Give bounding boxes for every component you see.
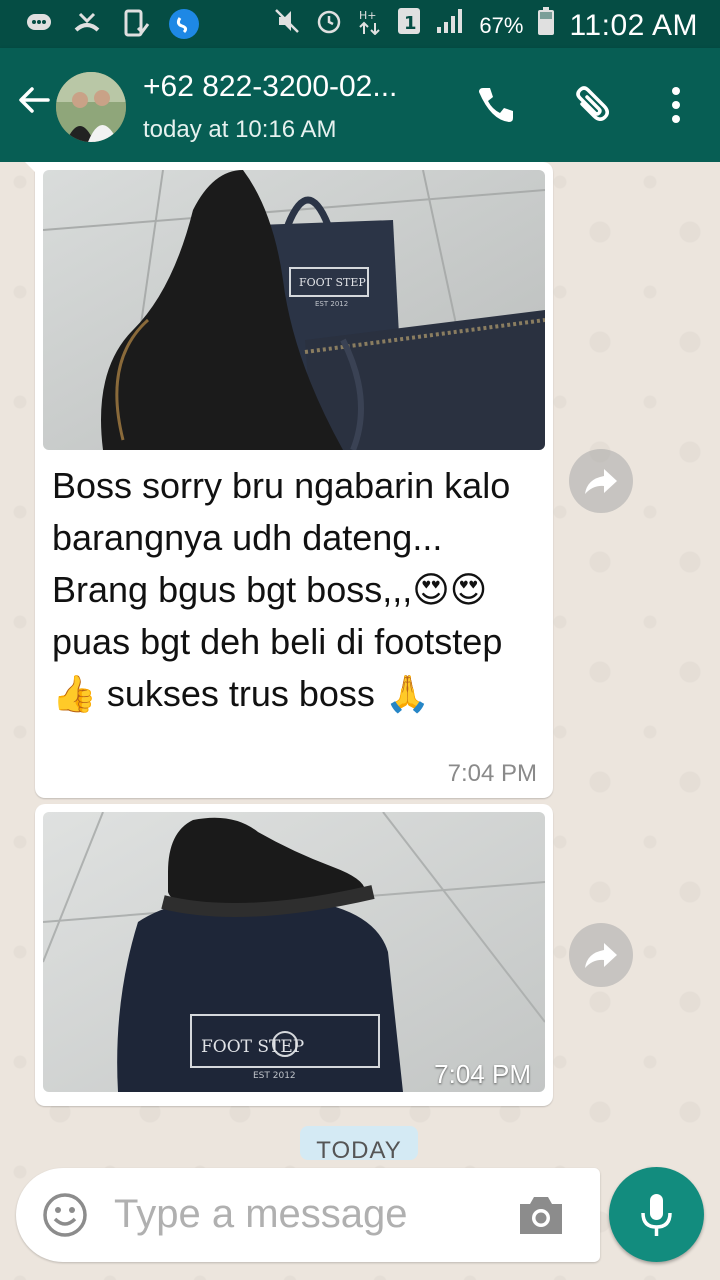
message-time: 7:04 PM [447, 760, 537, 787]
message-composer[interactable]: Type a message [16, 1168, 600, 1262]
svg-text:H+: H+ [359, 9, 377, 22]
svg-text:1: 1 [404, 13, 417, 34]
shazam-icon [168, 8, 199, 39]
data-arrows-icon: H+ [357, 7, 383, 45]
bag-logo-text: FOOT STEP [201, 1037, 304, 1057]
message-photo[interactable]: FOOT STEP EST 2012 [43, 812, 545, 1092]
more-vert-icon[interactable] [653, 82, 699, 128]
bag-logo-subtext: EST 2012 [315, 300, 348, 308]
mic-button[interactable] [609, 1167, 704, 1262]
message-time: 7:04 PM [434, 1059, 531, 1089]
forward-button[interactable] [569, 449, 633, 513]
heart-eyes-emoji: 😍😍 [412, 569, 488, 610]
arrow-back-icon[interactable] [14, 80, 54, 120]
contact-name[interactable]: +62 822-3200-02... [143, 70, 397, 104]
forward-button[interactable] [569, 923, 633, 987]
last-seen: today at 10:16 AM [143, 116, 337, 143]
folded-hands-emoji: 🙏 [384, 673, 430, 714]
message-text-part: puas bgt deh beli di footstep [52, 621, 503, 662]
chat-area[interactable]: FOOT STEP EST 2012 Boss sorry bru ngabar… [0, 162, 720, 1280]
paperclip-icon[interactable] [568, 82, 614, 128]
avatar[interactable] [56, 72, 126, 142]
date-divider: TODAY [300, 1126, 418, 1160]
signal-icon [435, 7, 465, 45]
message-input[interactable]: Type a message [114, 1192, 408, 1237]
chat-bubble-icon [24, 8, 54, 38]
alarm-icon [315, 7, 343, 45]
message-bubble[interactable]: FOOT STEP EST 2012 7:04 PM [35, 804, 553, 1106]
message-bubble[interactable]: FOOT STEP EST 2012 Boss sorry bru ngabar… [25, 162, 553, 798]
status-time: 11:02 AM [569, 9, 698, 42]
chat-header: +62 822-3200-02... today at 10:16 AM [0, 48, 720, 162]
mic-icon [641, 1194, 672, 1236]
smiley-icon[interactable] [42, 1192, 88, 1238]
bag-logo-subtext: EST 2012 [253, 1071, 296, 1081]
phone-icon[interactable] [473, 82, 519, 128]
status-bar: H+ 1 67% 11:02 AM [0, 0, 720, 48]
message-text-part: sukses trus boss [96, 673, 385, 714]
message-text: Boss sorry bru ngabarin kalo barangnya u… [52, 460, 532, 720]
battery-percent: 67% [479, 13, 524, 38]
camera-icon[interactable] [516, 1192, 566, 1238]
bag-logo-text: FOOT STEP [299, 276, 366, 289]
thumbs-up-emoji: 👍 [52, 673, 97, 714]
battery-icon [537, 6, 555, 46]
missed-call-icon [72, 8, 102, 38]
message-photo[interactable]: FOOT STEP EST 2012 [43, 170, 545, 450]
sim-1-icon: 1 [397, 6, 421, 46]
mute-icon [273, 7, 301, 45]
phone-check-icon [120, 8, 150, 38]
